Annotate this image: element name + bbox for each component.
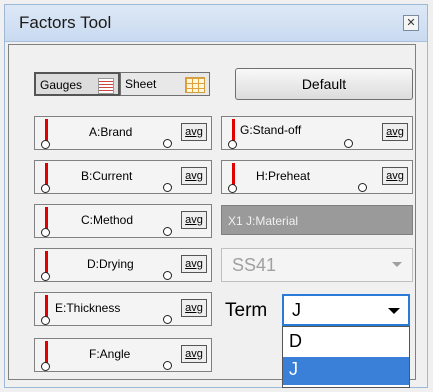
gauges-label: Gauges	[40, 78, 83, 92]
avg-button[interactable]: avg	[181, 211, 207, 229]
average-marker-icon	[344, 139, 353, 148]
gauges-icon	[98, 78, 114, 94]
avg-button[interactable]: avg	[181, 299, 207, 317]
material-factor-box[interactable]: X1 J:Material	[221, 205, 413, 235]
average-marker-icon	[163, 361, 172, 370]
factor-label: A:Brand	[89, 125, 133, 139]
factor-gauge-d-drying[interactable]: D:Drying avg	[34, 248, 212, 282]
material-prefix: X1	[228, 214, 243, 228]
avg-button[interactable]: avg	[382, 123, 408, 141]
gauge-handle[interactable]	[228, 140, 237, 149]
avg-button[interactable]: avg	[181, 255, 207, 273]
factor-gauge-h-preheat[interactable]: H:Preheat avg	[221, 160, 413, 194]
average-marker-icon	[163, 183, 172, 192]
average-marker-icon	[358, 183, 367, 192]
average-marker-icon	[163, 315, 172, 324]
term-label: Term	[225, 300, 268, 321]
material-value: SS41	[232, 255, 277, 275]
close-icon[interactable]: ✕	[403, 15, 419, 31]
factor-label: C:Method	[81, 213, 134, 227]
factor-label: B:Current	[81, 169, 133, 183]
factor-gauge-e-thickness[interactable]: E:Thickness avg	[34, 292, 212, 326]
gauges-toggle-button[interactable]: Gauges	[34, 72, 120, 96]
average-marker-icon	[163, 227, 172, 236]
factor-label: E:Thickness	[55, 301, 121, 315]
sheet-label: Sheet	[125, 77, 157, 91]
average-marker-icon	[163, 271, 172, 280]
factor-gauge-a-brand[interactable]: A:Brand avg	[34, 116, 212, 150]
material-value-select: SS41	[221, 248, 413, 282]
gauge-handle[interactable]	[41, 362, 50, 371]
chevron-down-icon	[392, 262, 402, 267]
spreadsheet-icon	[185, 77, 205, 93]
term-option-j[interactable]: J	[283, 357, 409, 385]
gauge-handle[interactable]	[41, 140, 50, 149]
avg-button[interactable]: avg	[181, 123, 207, 141]
avg-button[interactable]: avg	[382, 167, 408, 185]
material-label: X1 J:Material	[228, 214, 298, 228]
term-select[interactable]: J	[282, 294, 410, 326]
term-option-d[interactable]: D	[283, 329, 409, 357]
gauge-handle[interactable]	[228, 184, 237, 193]
factor-gauge-g-stand-off[interactable]: G:Stand-off avg	[221, 116, 413, 150]
material-name: J:Material	[246, 214, 299, 228]
gauge-handle[interactable]	[41, 184, 50, 193]
default-button[interactable]: Default	[235, 68, 413, 100]
average-marker-icon	[163, 139, 172, 148]
sheet-toggle-button[interactable]: Sheet	[120, 72, 210, 96]
factor-label: D:Drying	[87, 257, 134, 271]
factor-label: F:Angle	[89, 347, 131, 361]
term-dropdown-list: D J	[282, 326, 410, 388]
factor-gauge-b-current[interactable]: B:Current avg	[34, 160, 212, 194]
window-title: Factors Tool	[19, 13, 112, 32]
term-selected-value: J	[292, 300, 301, 320]
avg-button[interactable]: avg	[181, 345, 207, 363]
factor-label: H:Preheat	[256, 169, 311, 183]
factor-label: G:Stand-off	[240, 123, 302, 137]
avg-button[interactable]: avg	[181, 167, 207, 185]
gauge-handle[interactable]	[41, 272, 50, 281]
chevron-down-icon[interactable]	[388, 308, 400, 314]
title-bar: Factors Tool ✕	[5, 5, 427, 42]
gauge-handle[interactable]	[41, 228, 50, 237]
factor-gauge-f-angle[interactable]: F:Angle avg	[34, 338, 212, 372]
factor-gauge-c-method[interactable]: C:Method avg	[34, 204, 212, 238]
gauge-handle[interactable]	[41, 316, 50, 325]
